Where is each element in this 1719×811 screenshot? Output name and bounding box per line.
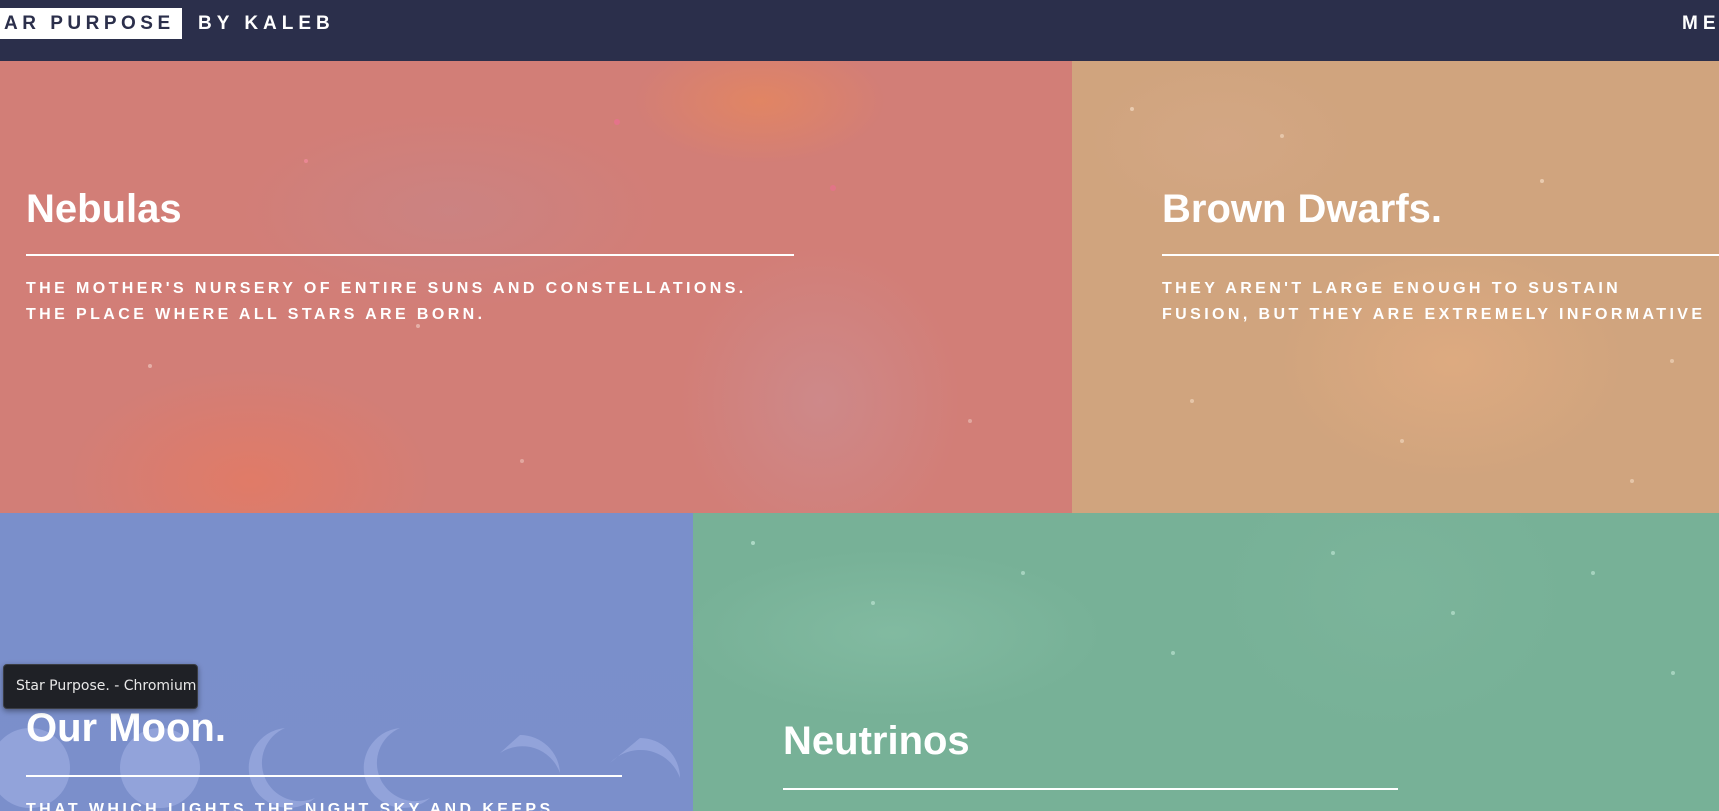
card-description-line: FUSION, BUT THEY ARE EXTREMELY INFORMATI… xyxy=(1162,306,1706,323)
card-title: Our Moon. xyxy=(26,706,226,750)
card-title: Neutrinos xyxy=(783,719,970,763)
title-divider xyxy=(783,788,1398,790)
card-description-line: THEY AREN'T LARGE ENOUGH TO SUSTAIN xyxy=(1162,280,1622,297)
moon-phases-background-image xyxy=(0,728,680,808)
title-divider xyxy=(26,254,794,256)
card-description-line: THAT WHICH LIGHTS THE NIGHT SKY AND KEEP… xyxy=(26,801,554,811)
card-brown-dwarfs[interactable]: Brown Dwarfs. THEY AREN'T LARGE ENOUGH T… xyxy=(1072,61,1719,513)
neutrino-background-image xyxy=(751,541,1675,675)
title-divider xyxy=(26,775,622,777)
brand-logo-boxed[interactable]: AR PURPOSE xyxy=(0,8,182,39)
menu-button[interactable]: ME xyxy=(1682,8,1719,39)
card-title: Brown Dwarfs. xyxy=(1162,187,1443,231)
card-description-line: THE PLACE WHERE ALL STARS ARE BORN. xyxy=(26,306,486,323)
window-title-tooltip: Star Purpose. - Chromium xyxy=(3,664,198,709)
card-neutrinos[interactable]: Neutrinos xyxy=(693,513,1719,811)
brand-byline: BY KALEB xyxy=(198,13,335,34)
card-nebulas[interactable]: Nebulas THE MOTHER'S NURSERY OF ENTIRE S… xyxy=(0,61,1072,513)
top-navigation-bar: AR PURPOSE BY KALEB ME xyxy=(0,0,1719,61)
card-our-moon[interactable]: Our Moon. THAT WHICH LIGHTS THE NIGHT SK… xyxy=(0,513,693,811)
card-title: Nebulas xyxy=(26,187,182,231)
title-divider xyxy=(1162,254,1719,256)
card-description-line: THE MOTHER'S NURSERY OF ENTIRE SUNS AND … xyxy=(26,280,747,297)
